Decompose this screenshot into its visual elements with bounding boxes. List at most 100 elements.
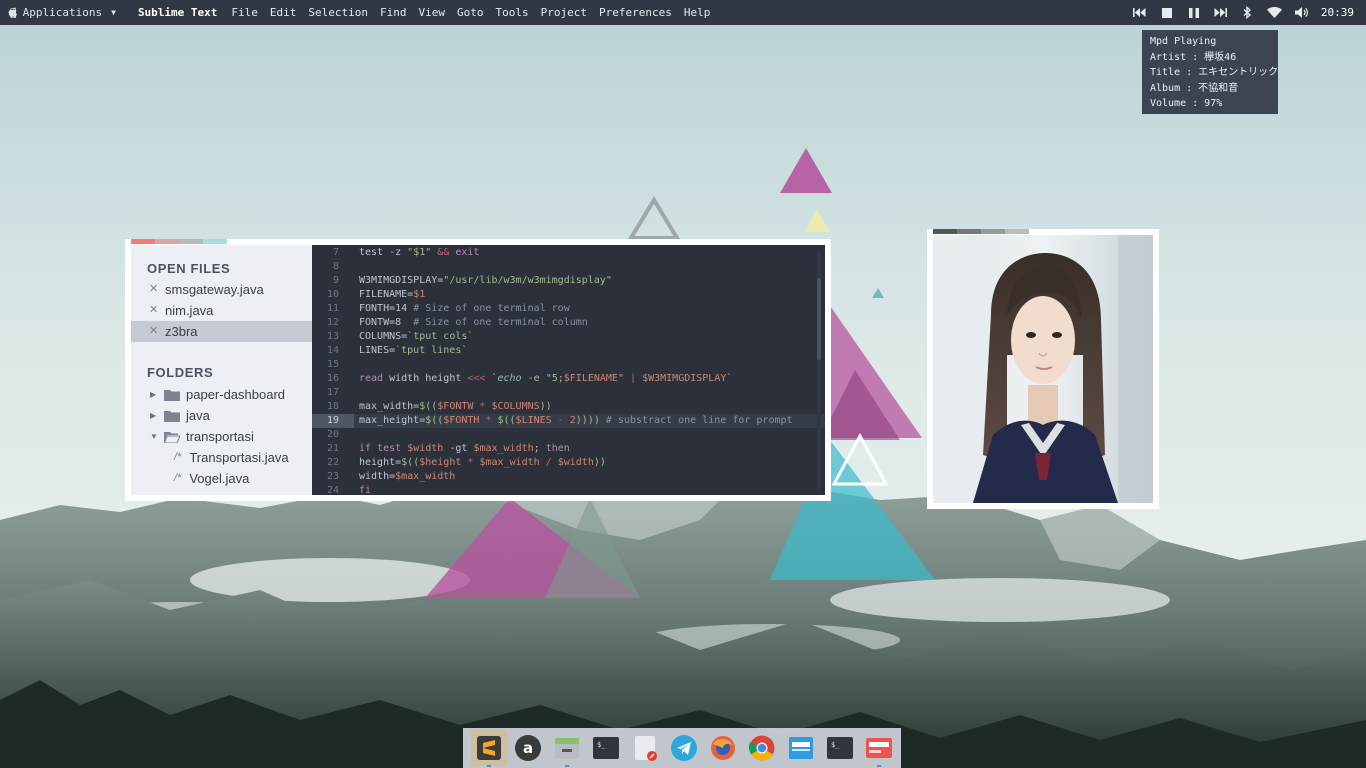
code-line: 9 W3MIMGDISPLAY="/usr/lib/w3m/w3mimgdispl… bbox=[312, 274, 825, 288]
file-item[interactable]: /* Transportasi.java bbox=[131, 447, 312, 468]
menu-find[interactable]: Find bbox=[380, 6, 407, 19]
running-indicator bbox=[487, 765, 491, 767]
apple-logo-icon bbox=[8, 7, 17, 17]
firefox-icon[interactable] bbox=[705, 730, 741, 766]
screenshot-icon[interactable] bbox=[861, 730, 897, 767]
menu-file[interactable]: File bbox=[231, 6, 258, 19]
code-line: 15 bbox=[312, 358, 825, 372]
tab-color-4 bbox=[203, 239, 227, 244]
window-tab-strip bbox=[131, 239, 227, 244]
pause-icon[interactable] bbox=[1186, 6, 1202, 20]
folder-item[interactable]: ▶ paper-dashboard bbox=[131, 384, 312, 405]
sidebar: OPEN FILES ✕ smsgateway.java ✕ nim.java … bbox=[131, 245, 312, 495]
mpd-volume: Volume : 97% bbox=[1150, 98, 1223, 109]
chevron-down-icon: ▼ bbox=[111, 8, 116, 17]
open-file-item[interactable]: ✕ smsgateway.java bbox=[131, 279, 312, 300]
code-line: 18 max_width=$(($FONTW * $COLUMNS)) bbox=[312, 400, 825, 414]
menu-view[interactable]: View bbox=[419, 6, 446, 19]
mpd-track: Title : エキセントリック bbox=[1150, 67, 1279, 78]
line-number: 24 bbox=[326, 485, 339, 495]
svg-text:$_: $_ bbox=[597, 741, 606, 749]
line-number: 15 bbox=[326, 359, 339, 370]
amazon-icon[interactable]: a bbox=[510, 730, 546, 766]
portrait-photo bbox=[933, 235, 1153, 503]
mpd-notification: Mpd Playing Artist : 欅坂46 Title : エキセントリ… bbox=[1142, 30, 1278, 114]
line-number: 16 bbox=[326, 373, 339, 384]
applications-menu[interactable]:  Applications ▼ bbox=[0, 6, 116, 19]
text-editor-icon[interactable] bbox=[627, 730, 663, 766]
line-number: 12 bbox=[326, 317, 339, 328]
code-line: 10 FILENAME=$1 bbox=[312, 288, 825, 302]
code-line: 17 bbox=[312, 386, 825, 400]
code-editor[interactable]: 7 test -z "$1" && exit 8 9 W3MIMGDISPLAY="… bbox=[312, 245, 825, 495]
scrollbar-thumb[interactable] bbox=[817, 278, 821, 360]
image-viewer-window bbox=[927, 229, 1159, 509]
terminal-icon[interactable]: $_ bbox=[588, 730, 624, 766]
tab-color-2 bbox=[957, 229, 981, 234]
bluetooth-icon[interactable] bbox=[1240, 6, 1256, 20]
code-line: 21 if test $width -gt $max_width; then bbox=[312, 442, 825, 456]
menu-app-name[interactable]: Sublime Text bbox=[138, 6, 217, 19]
file-label: Vogel.java bbox=[189, 471, 250, 486]
mpd-artist: Artist : 欅坂46 bbox=[1150, 51, 1237, 63]
next-track-icon[interactable] bbox=[1213, 6, 1229, 20]
code-line: 23 width=$max_width bbox=[312, 470, 825, 484]
code-lines: 7 test -z "$1" && exit 8 9 W3MIMGDISPLAY="… bbox=[312, 245, 825, 495]
line-number: 21 bbox=[326, 443, 339, 454]
chevron-right-icon[interactable]: ▶ bbox=[150, 384, 158, 405]
line-number: 11 bbox=[326, 303, 339, 314]
applications-label: Applications bbox=[16, 6, 102, 19]
chrome-icon[interactable] bbox=[744, 730, 780, 766]
line-number: 10 bbox=[326, 289, 339, 300]
close-icon[interactable]: ✕ bbox=[149, 300, 159, 321]
menu-selection[interactable]: Selection bbox=[308, 6, 368, 19]
menu-tools[interactable]: Tools bbox=[496, 6, 529, 19]
close-icon[interactable]: ✕ bbox=[149, 279, 159, 300]
clock[interactable]: 20:39 bbox=[1321, 6, 1354, 19]
sublime-text-window: OPEN FILES ✕ smsgateway.java ✕ nim.java … bbox=[125, 239, 831, 501]
line-number: 19 bbox=[312, 414, 354, 428]
file-item[interactable]: /* Vogel.java bbox=[131, 468, 312, 489]
folder-open-icon bbox=[164, 431, 180, 443]
code-line: 22 height=$(($height * $max_width / $widt… bbox=[312, 456, 825, 470]
chevron-right-icon[interactable]: ▶ bbox=[150, 405, 158, 426]
open-file-label: z3bra bbox=[165, 324, 198, 339]
folder-item-expanded[interactable]: ▼ transportasi bbox=[131, 426, 312, 447]
menu-edit[interactable]: Edit bbox=[270, 6, 297, 19]
line-number: 18 bbox=[326, 401, 339, 412]
svg-text:$_: $_ bbox=[831, 741, 840, 749]
telegram-icon[interactable] bbox=[666, 730, 702, 766]
menu-project[interactable]: Project bbox=[541, 6, 587, 19]
line-number: 22 bbox=[326, 457, 339, 468]
dock: a $_ $_ bbox=[463, 728, 901, 768]
code-line: 11 FONTH=14 # Size of one terminal row bbox=[312, 302, 825, 316]
folder-label: paper-dashboard bbox=[186, 387, 286, 402]
wifi-icon[interactable] bbox=[1267, 6, 1283, 20]
code-line-current: 19 max_height=$(($FONTH * $(($LINES - 2))… bbox=[312, 414, 825, 428]
tab-color-1 bbox=[131, 239, 155, 244]
tab-color-4 bbox=[1005, 229, 1029, 234]
menu-goto[interactable]: Goto bbox=[457, 6, 484, 19]
volume-icon[interactable] bbox=[1294, 6, 1310, 20]
running-indicator bbox=[877, 765, 881, 767]
sublime-text-icon[interactable] bbox=[471, 730, 507, 767]
close-icon[interactable]: ✕ bbox=[149, 321, 159, 342]
line-number: 17 bbox=[326, 387, 339, 398]
top-panel:  Applications ▼ Sublime Text File Edit … bbox=[0, 0, 1366, 25]
open-file-item[interactable]: ✕ nim.java bbox=[131, 300, 312, 321]
previous-track-icon[interactable] bbox=[1132, 6, 1148, 20]
mpd-title: Mpd Playing bbox=[1150, 36, 1217, 47]
folder-item[interactable]: ▶ java bbox=[131, 405, 312, 426]
stop-icon[interactable] bbox=[1159, 6, 1175, 20]
menu-help[interactable]: Help bbox=[684, 6, 711, 19]
code-line: 12 FONTW=8 # Size of one terminal column bbox=[312, 316, 825, 330]
file-manager-icon[interactable] bbox=[549, 730, 585, 767]
chevron-down-icon[interactable]: ▼ bbox=[150, 426, 158, 447]
open-file-item-active[interactable]: ✕ z3bra bbox=[131, 321, 312, 342]
folder-icon bbox=[164, 389, 180, 401]
archive-manager-icon[interactable] bbox=[783, 730, 819, 766]
line-number: 7 bbox=[332, 247, 339, 258]
terminal-icon-2[interactable]: $_ bbox=[822, 730, 858, 766]
mpd-album: Album : 不協和音 bbox=[1150, 82, 1239, 94]
menu-preferences[interactable]: Preferences bbox=[599, 6, 672, 19]
